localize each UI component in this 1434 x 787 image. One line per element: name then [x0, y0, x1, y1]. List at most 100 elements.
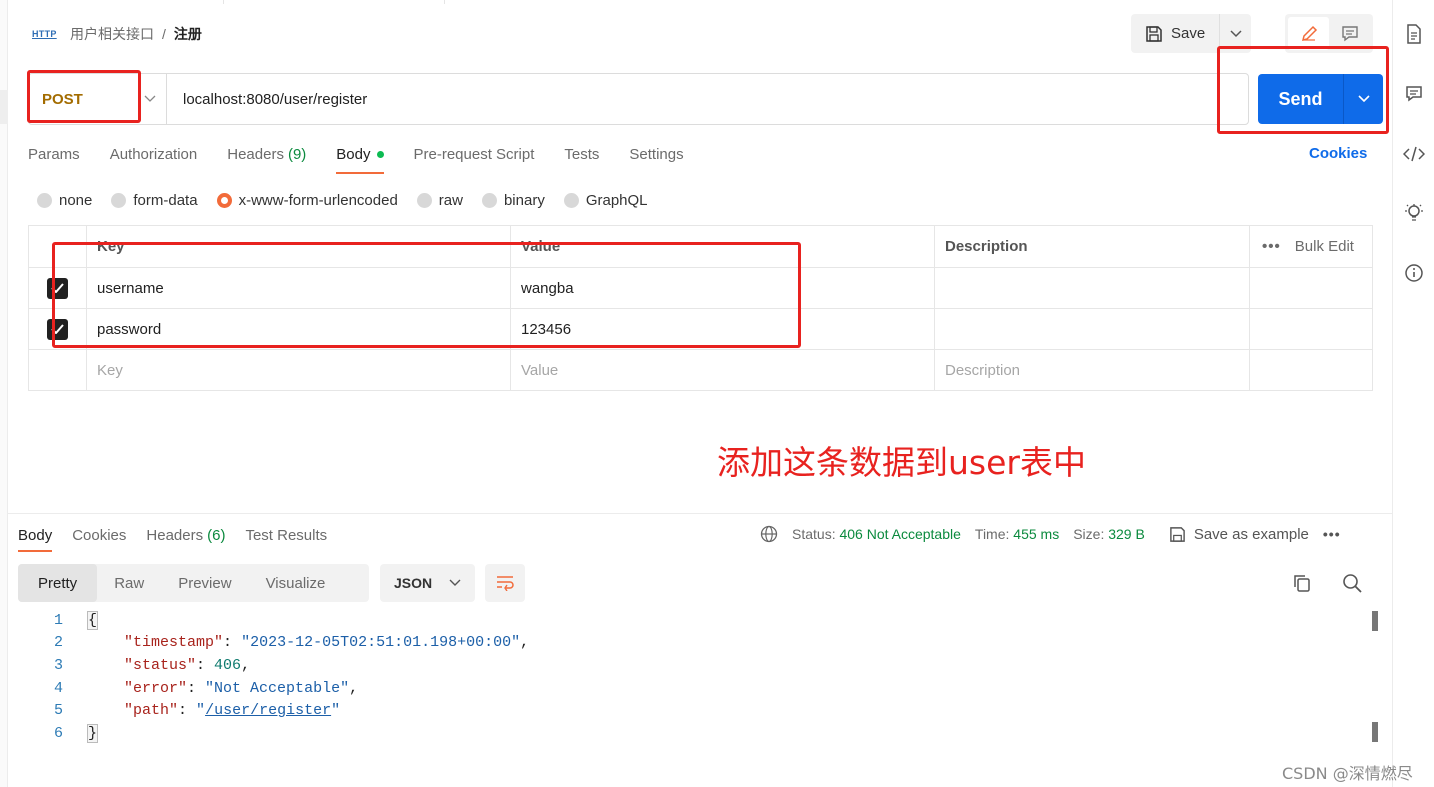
- annotation-box-send: [1217, 46, 1389, 134]
- more-options-icon[interactable]: •••: [1323, 526, 1341, 542]
- breadcrumb: HTTP 用户相关接口 / 注册: [32, 22, 202, 46]
- radio-none[interactable]: none: [37, 192, 92, 209]
- response-divider: [8, 513, 1392, 514]
- brace-close: }: [86, 723, 99, 743]
- brace-open: {: [86, 610, 99, 630]
- format-preview[interactable]: Preview: [161, 564, 248, 602]
- radio-x-www-form-urlencoded[interactable]: x-www-form-urlencoded: [216, 191, 398, 209]
- radio-circle: [416, 192, 432, 208]
- documentation-icon[interactable]: [1403, 23, 1425, 45]
- active-tab-edge[interactable]: [223, 0, 445, 4]
- radio-circle: [111, 192, 127, 208]
- chevron-down-icon: [144, 95, 156, 102]
- url-input[interactable]: [167, 74, 1248, 124]
- tab-settings[interactable]: Settings: [614, 138, 698, 170]
- resp-tab-body[interactable]: Body: [18, 522, 62, 552]
- status-readout[interactable]: Status: 406 Not Acceptable: [792, 526, 961, 542]
- tab-tests[interactable]: Tests: [549, 138, 614, 170]
- cookies-link[interactable]: Cookies: [1309, 145, 1367, 162]
- radio-circle: [37, 192, 52, 208]
- breadcrumb-separator: /: [162, 26, 166, 42]
- tab-authorization[interactable]: Authorization: [95, 138, 213, 170]
- tab-label: Body: [18, 526, 53, 544]
- description-cell[interactable]: [935, 309, 1250, 349]
- tab-pre-request-script[interactable]: Pre-request Script: [399, 138, 550, 170]
- wrap-lines-button[interactable]: [485, 564, 525, 602]
- row-extra-cell: [1250, 309, 1372, 349]
- tab-label: Authorization: [109, 145, 198, 163]
- response-format-tabs: Pretty Raw Preview Visualize: [18, 564, 369, 602]
- comments-icon[interactable]: [1403, 83, 1425, 105]
- search-icon[interactable]: [1342, 573, 1362, 596]
- json-string: "Not Acceptable": [205, 679, 350, 697]
- radio-raw[interactable]: raw: [416, 191, 463, 209]
- size-readout[interactable]: Size: 329 B: [1073, 526, 1145, 542]
- wrap-lines-icon: [497, 576, 514, 591]
- globe-icon[interactable]: [760, 525, 778, 543]
- row-extra-cell: [1250, 268, 1372, 308]
- time-value: 455 ms: [1013, 526, 1060, 542]
- format-pretty[interactable]: Pretty: [18, 564, 98, 602]
- more-options-icon[interactable]: •••: [1262, 238, 1281, 255]
- code-icon[interactable]: [1403, 143, 1425, 165]
- tab-strip: [8, 0, 1392, 4]
- json-key: "status": [124, 656, 197, 674]
- request-name[interactable]: 注册: [174, 24, 202, 44]
- response-code-viewer[interactable]: 1 { 2 "timestamp": "2023-12-05T02:51:01.…: [28, 609, 1368, 745]
- status-label: Status:: [792, 526, 836, 542]
- radio-label: binary: [503, 191, 545, 209]
- postman-window: HTTP 用户相关接口 / 注册 Save POST Send: [0, 0, 1434, 787]
- json-path-link[interactable]: /user/register: [205, 702, 331, 719]
- code-text: "error": "Not Acceptable",: [124, 679, 359, 697]
- radio-circle: [481, 192, 497, 208]
- radio-label: raw: [438, 191, 463, 209]
- tab-label: Test Results: [245, 526, 328, 544]
- resp-tab-headers[interactable]: Headers (6): [136, 522, 235, 548]
- status-value: 406 Not Acceptable: [839, 526, 961, 542]
- radio-label: GraphQL: [585, 191, 648, 209]
- code-line: 6 }: [28, 722, 1368, 745]
- pencil-icon: [1301, 25, 1317, 41]
- json-key: "timestamp": [124, 634, 224, 652]
- save-button[interactable]: Save: [1131, 14, 1219, 53]
- lightbulb-icon[interactable]: [1403, 202, 1425, 224]
- value-placeholder[interactable]: Value: [511, 350, 935, 390]
- info-icon[interactable]: [1403, 262, 1425, 284]
- format-raw[interactable]: Raw: [97, 564, 161, 602]
- bulk-edit-link[interactable]: Bulk Edit: [1295, 238, 1354, 255]
- key-placeholder[interactable]: Key: [87, 350, 511, 390]
- scrollbar-thumb-top[interactable]: [1372, 611, 1378, 631]
- resp-tab-test-results[interactable]: Test Results: [235, 522, 337, 548]
- size-value: 329 B: [1108, 526, 1145, 542]
- tab-label: Headers: [146, 526, 204, 544]
- description-placeholder[interactable]: Description: [935, 350, 1250, 390]
- tab-label: Cookies: [72, 526, 127, 544]
- scrollbar-thumb-bottom[interactable]: [1372, 722, 1378, 742]
- radio-form-data[interactable]: form-data: [111, 192, 198, 209]
- save-as-example-button[interactable]: Save as example: [1169, 526, 1309, 543]
- resp-tab-cookies[interactable]: Cookies: [62, 522, 136, 548]
- code-line: 1 {: [28, 609, 1368, 632]
- radio-binary[interactable]: binary: [481, 191, 545, 209]
- chevron-down-icon: [1230, 29, 1242, 37]
- code-line: 5 "path": "/user/register": [28, 699, 1368, 722]
- format-visualize[interactable]: Visualize: [249, 564, 343, 602]
- description-cell[interactable]: [935, 268, 1250, 308]
- radio-label: x-www-form-urlencoded: [238, 191, 398, 209]
- radio-graphql[interactable]: GraphQL: [563, 191, 648, 209]
- tab-label: Tests: [564, 145, 600, 163]
- code-line: 4 "error": "Not Acceptable",: [28, 677, 1368, 700]
- language-label: JSON: [394, 575, 433, 591]
- breadcrumb-collection[interactable]: 用户相关接口: [70, 24, 154, 44]
- body-active-dot: [376, 150, 384, 158]
- code-line: 3 "status": 406,: [28, 654, 1368, 677]
- tab-body[interactable]: Body: [321, 138, 398, 174]
- copy-icon[interactable]: [1292, 573, 1312, 596]
- code-text: "timestamp": "2023-12-05T02:51:01.198+00…: [124, 634, 530, 652]
- tab-headers[interactable]: Headers (9): [212, 138, 321, 170]
- json-string: "2023-12-05T02:51:01.198+00:00": [241, 634, 521, 652]
- tab-params[interactable]: Params: [28, 138, 95, 170]
- radio-circle-checked: [216, 192, 232, 208]
- time-readout[interactable]: Time: 455 ms: [975, 526, 1059, 542]
- language-select[interactable]: JSON: [380, 564, 475, 602]
